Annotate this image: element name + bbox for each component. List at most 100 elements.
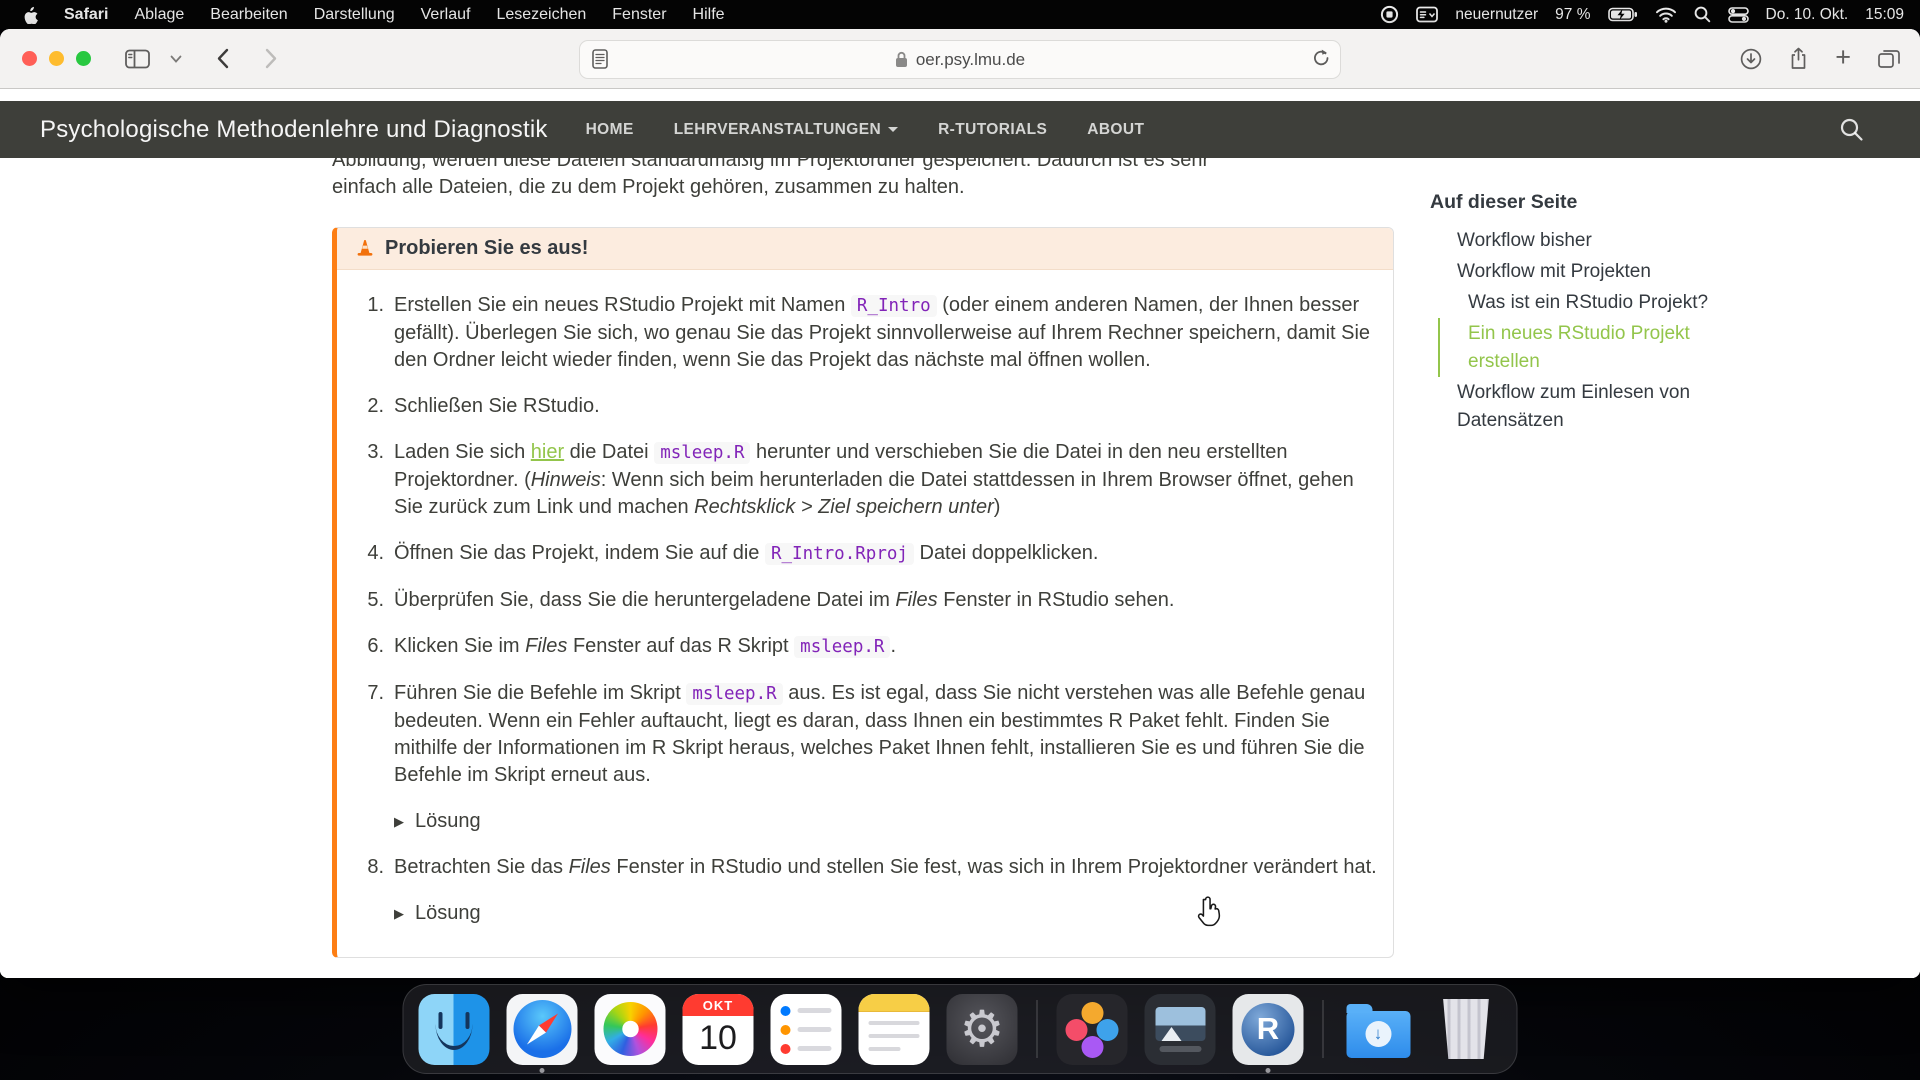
callout-list-item: Schließen Sie RStudio. bbox=[394, 393, 1379, 420]
menu-bar: Safari Ablage Bearbeiten Darstellung Ver… bbox=[0, 0, 1920, 29]
menu-ablage[interactable]: Ablage bbox=[134, 6, 184, 24]
callout-list-item: Führen Sie die Befehle im Skript msleep.… bbox=[394, 680, 1379, 835]
inline-code: R_Intro bbox=[851, 295, 937, 317]
new-tab-icon[interactable]: + bbox=[1835, 44, 1851, 71]
menu-verlauf[interactable]: Verlauf bbox=[421, 6, 471, 24]
apple-menu-icon[interactable] bbox=[22, 5, 38, 24]
menu-hilfe[interactable]: Hilfe bbox=[693, 6, 725, 24]
zoom-window-button[interactable] bbox=[76, 51, 91, 66]
photos-pinwheel bbox=[603, 1002, 657, 1056]
emphasis-text: Files bbox=[569, 856, 611, 878]
trash-bin bbox=[1440, 999, 1492, 1059]
callout-list-item: Erstellen Sie ein neues RStudio Projekt … bbox=[394, 292, 1379, 374]
share-icon[interactable] bbox=[1789, 47, 1808, 70]
menu-app-name[interactable]: Safari bbox=[64, 6, 108, 24]
desktop: Safari Ablage Bearbeiten Darstellung Ver… bbox=[0, 0, 1920, 1080]
forward-button[interactable] bbox=[265, 48, 278, 69]
callout-list-item: Öffnen Sie das Projekt, indem Sie auf di… bbox=[394, 540, 1379, 568]
callout-list-item: Überprüfen Sie, dass Sie die heruntergel… bbox=[394, 587, 1379, 614]
tab-overview-icon[interactable] bbox=[1878, 49, 1900, 69]
callout-title: Probieren Sie es aus! bbox=[385, 237, 588, 260]
battery-charging-icon[interactable] bbox=[1608, 7, 1638, 22]
address-bar[interactable]: oer.psy.lmu.de bbox=[579, 40, 1341, 79]
intro-paragraph-line2: einfach alle Dateien, die zu dem Projekt… bbox=[332, 174, 1394, 201]
solution-label: Lösung bbox=[415, 808, 481, 835]
finder-smile bbox=[436, 1024, 473, 1050]
dock-separator bbox=[1323, 1000, 1324, 1058]
download-link[interactable]: hier bbox=[531, 441, 564, 463]
toc-item[interactable]: Workflow bisher bbox=[1438, 225, 1728, 256]
dock-rstudio-icon[interactable]: R bbox=[1233, 994, 1304, 1065]
dock-safari-icon[interactable] bbox=[507, 994, 578, 1065]
menu-date[interactable]: Do. 10. Okt. bbox=[1766, 6, 1849, 24]
dock-media-app-icon[interactable] bbox=[1145, 994, 1216, 1065]
screen-recording-indicator-icon[interactable] bbox=[1380, 5, 1399, 24]
sidebar-chevron-down-icon[interactable] bbox=[170, 55, 182, 63]
solution-toggle[interactable]: ▶Lösung bbox=[394, 900, 1379, 927]
menu-username[interactable]: neuernutzer bbox=[1455, 6, 1538, 24]
site-brand[interactable]: Psychologische Methodenlehre und Diagnos… bbox=[40, 116, 548, 144]
web-content: Psychologische Methodenlehre und Diagnos… bbox=[0, 89, 1920, 978]
wifi-icon[interactable] bbox=[1655, 6, 1677, 23]
downloads-icon[interactable] bbox=[1740, 48, 1762, 70]
emphasis-text: Files bbox=[525, 635, 567, 657]
emphasis-text: Rechtsklick > Ziel speichern unter bbox=[694, 496, 994, 518]
toc: Auf dieser Seite Workflow bisherWorkflow… bbox=[1436, 191, 1728, 436]
triangle-right-icon: ▶ bbox=[394, 900, 404, 927]
back-button[interactable] bbox=[216, 48, 229, 69]
menu-time[interactable]: 15:09 bbox=[1865, 6, 1904, 24]
browser-toolbar: oer.psy.lmu.de + bbox=[0, 29, 1920, 89]
menu-darstellung[interactable]: Darstellung bbox=[314, 6, 395, 24]
input-source-icon[interactable] bbox=[1416, 6, 1438, 23]
toc-item[interactable]: Was ist ein RStudio Projekt? bbox=[1438, 287, 1728, 318]
dock-calendar-icon[interactable]: OKT 10 bbox=[683, 994, 754, 1065]
menu-fenster[interactable]: Fenster bbox=[612, 6, 666, 24]
nav-r-tutorials[interactable]: R-TUTORIALS bbox=[938, 121, 1047, 139]
reader-view-icon[interactable] bbox=[592, 49, 608, 69]
callout-list-item: Klicken Sie im Files Fenster auf das R S… bbox=[394, 633, 1379, 661]
lock-icon bbox=[895, 51, 908, 68]
sidebar-toggle-icon[interactable] bbox=[125, 49, 150, 69]
nav-about[interactable]: ABOUT bbox=[1087, 121, 1144, 139]
emphasis-text: Files bbox=[895, 589, 937, 611]
dock-downloads-folder-icon[interactable]: ↓ bbox=[1343, 994, 1414, 1065]
dock-photos-icon[interactable] bbox=[595, 994, 666, 1065]
nav-home[interactable]: HOME bbox=[586, 121, 634, 139]
toc-item[interactable]: Workflow zum Einlesen von Datensätzen bbox=[1438, 377, 1728, 436]
nav-lehrveranstaltungen[interactable]: LEHRVERANSTALTUNGEN bbox=[674, 121, 898, 139]
media-thumbnail bbox=[1155, 1007, 1205, 1041]
dock-system-settings-icon[interactable]: ⚙ bbox=[947, 994, 1018, 1065]
pointer-hand-cursor bbox=[1196, 896, 1223, 927]
media-bar bbox=[1159, 1046, 1201, 1052]
dock-finder-icon[interactable] bbox=[419, 994, 490, 1065]
reload-icon[interactable] bbox=[1313, 48, 1330, 67]
dock-notes-icon[interactable] bbox=[859, 994, 930, 1065]
menu-lesezeichen[interactable]: Lesezeichen bbox=[496, 6, 586, 24]
page-body: Abbildung, werden diese Dateien standard… bbox=[0, 158, 1920, 978]
spotlight-search-icon[interactable] bbox=[1694, 6, 1711, 23]
safari-window: oer.psy.lmu.de + bbox=[0, 29, 1920, 978]
inline-code: msleep.R bbox=[794, 636, 890, 658]
site-search-icon[interactable] bbox=[1839, 117, 1864, 142]
close-window-button[interactable] bbox=[22, 51, 37, 66]
control-center-icon[interactable] bbox=[1728, 7, 1749, 23]
dock-separator bbox=[1037, 1000, 1038, 1058]
toc-item[interactable]: Ein neues RStudio Projekt erstellen bbox=[1438, 318, 1728, 377]
callout-list: Erstellen Sie ein neues RStudio Projekt … bbox=[337, 270, 1393, 957]
solution-toggle[interactable]: ▶Lösung bbox=[394, 808, 1379, 835]
dock-davinci-resolve-icon[interactable] bbox=[1057, 994, 1128, 1065]
dock-trash-icon[interactable] bbox=[1431, 994, 1502, 1065]
callout-caution: Probieren Sie es aus! Erstellen Sie ein … bbox=[332, 227, 1394, 958]
menu-bearbeiten[interactable]: Bearbeiten bbox=[210, 6, 287, 24]
toc-item[interactable]: Workflow mit Projekten bbox=[1438, 256, 1728, 287]
emphasis-text: Hinweis bbox=[531, 469, 601, 491]
folder-shape: ↓ bbox=[1346, 1011, 1410, 1058]
dropdown-caret-icon bbox=[888, 127, 898, 132]
rstudio-ball: R bbox=[1242, 1003, 1295, 1056]
site-navbar: Psychologische Methodenlehre und Diagnos… bbox=[0, 101, 1920, 158]
url-text: oer.psy.lmu.de bbox=[916, 50, 1025, 70]
callout-list-item: Betrachten Sie das Files Fenster in RStu… bbox=[394, 854, 1379, 927]
toc-title: Auf dieser Seite bbox=[1430, 191, 1728, 214]
minimize-window-button[interactable] bbox=[49, 51, 64, 66]
dock-reminders-icon[interactable] bbox=[771, 994, 842, 1065]
